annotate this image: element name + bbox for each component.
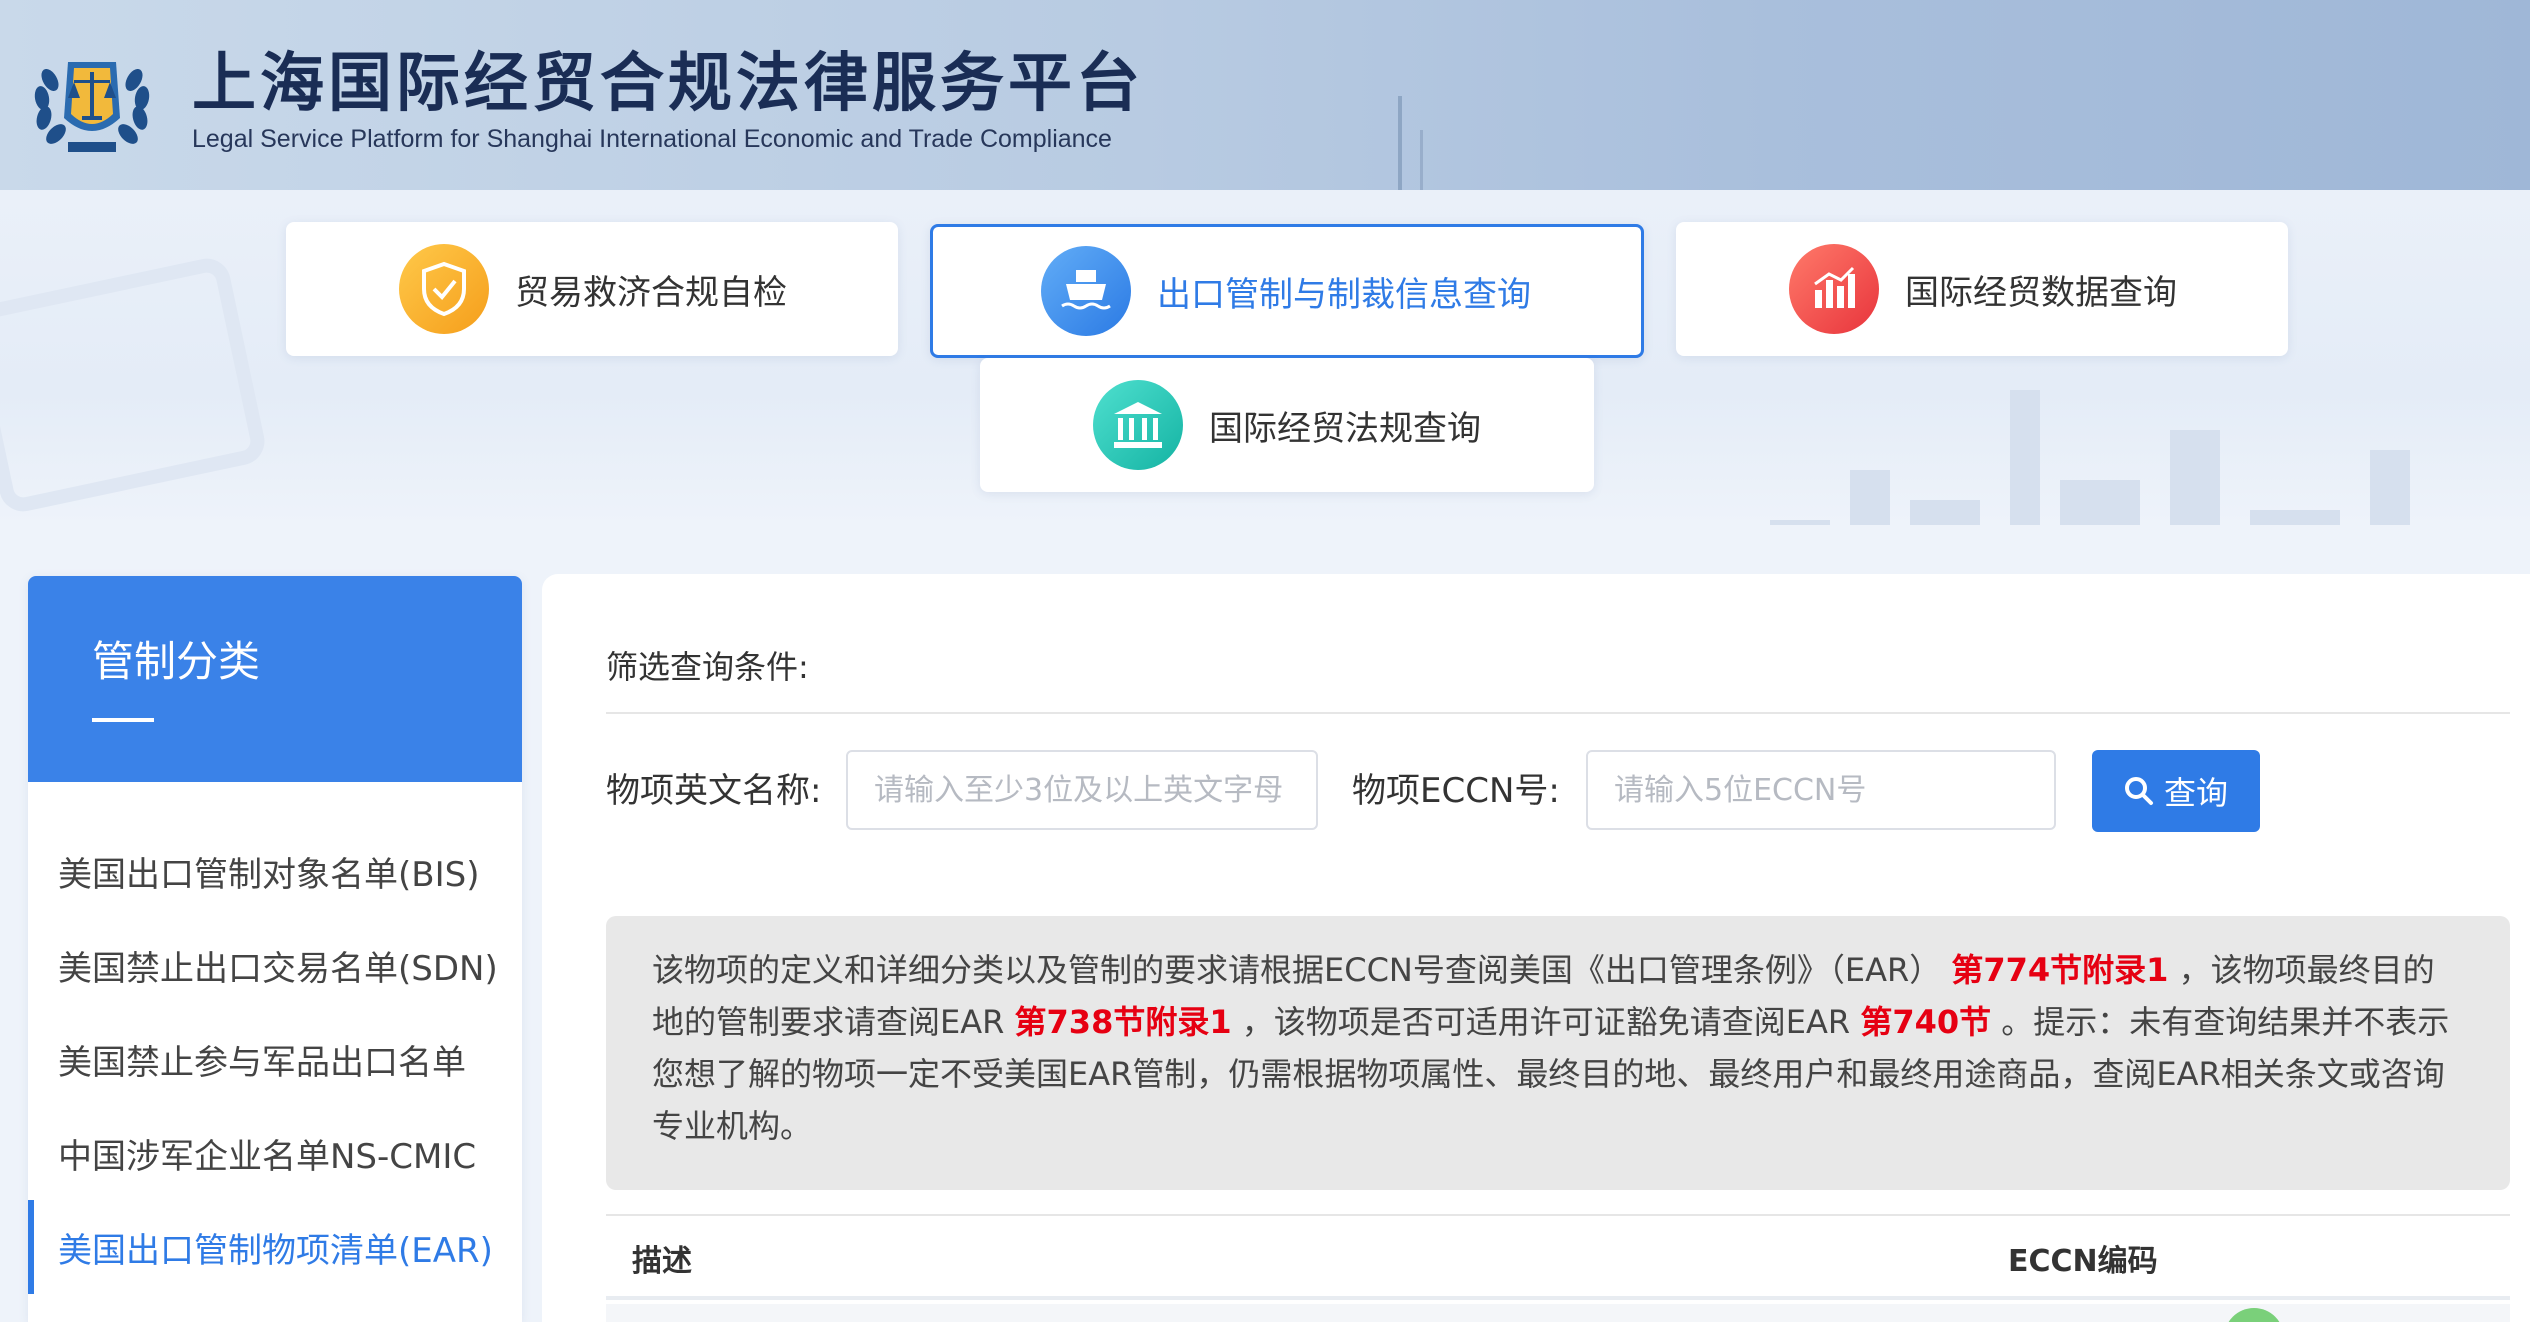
notice-link-740[interactable]: 第740节 [1860, 1003, 1991, 1041]
search-button-label: 查询 [2163, 774, 2228, 812]
eccn-input[interactable] [1586, 750, 2056, 830]
sidebar-header: 管制分类 [28, 576, 522, 782]
nav-card-export-control[interactable]: 出口管制与制裁信息查询 [930, 224, 1644, 358]
nav-card-trade-remedy[interactable]: 贸易救济合规自检 [286, 222, 898, 356]
notice-link-774[interactable]: 第774节附录1 [1951, 951, 2168, 989]
sidebar-title: 管制分类 [92, 637, 261, 686]
nav-card-trade-data[interactable]: 国际经贸数据查询 [1676, 222, 2288, 356]
sidebar-item-bis[interactable]: 美国出口管制对象名单(BIS) [28, 824, 522, 918]
divider [606, 712, 2510, 714]
title-underline [92, 718, 154, 722]
notice-text: ，该物项是否可适用许可证豁免请查阅EAR [1241, 1003, 1851, 1041]
nav-card-trade-law[interactable]: 国际经贸法规查询 [980, 358, 1594, 492]
notice-text: 该物项的定义和详细分类以及管制的要求请根据ECCN号查阅美国《出口管理条例》（E… [652, 951, 1942, 989]
search-icon [2124, 777, 2153, 805]
item-name-label: 物项英文名称: [606, 771, 822, 811]
item-name-input[interactable] [846, 750, 1318, 830]
site-title: 上海国际经贸合规法律服务平台 [192, 47, 1144, 121]
shield-check-icon [399, 244, 489, 334]
site-subtitle: Legal Service Platform for Shanghai Inte… [192, 125, 1112, 153]
nav-card-label: 国际经贸法规查询 [1209, 408, 1481, 449]
nav-card-label: 国际经贸数据查询 [1905, 272, 2177, 313]
sidebar-item-ns-cmic[interactable]: 中国涉军企业名单NS-CMIC [28, 1106, 522, 1200]
document-decoration [0, 254, 269, 516]
skyline-decoration [1398, 96, 1402, 190]
nav-card-label: 贸易救济合规自检 [515, 272, 787, 313]
site-header: 上海国际经贸合规法律服务平台 Legal Service Platform fo… [0, 0, 2530, 190]
column-header-description: 描述 [632, 1244, 692, 1279]
page: 上海国际经贸合规法律服务平台 Legal Service Platform fo… [0, 0, 2530, 1322]
government-building-icon [1093, 380, 1183, 470]
search-button[interactable]: 查询 [2092, 750, 2260, 832]
sidebar-item-military-export[interactable]: 美国禁止参与军品出口名单 [28, 1012, 522, 1106]
eccn-label: 物项ECCN号: [1352, 771, 1560, 811]
notice-link-738[interactable]: 第738节附录1 [1015, 1003, 1232, 1041]
table-row [606, 1304, 2510, 1322]
main-panel: 筛选查询条件: 物项英文名称: 物项ECCN号: 查询 该物项的定义和详细分类以… [542, 574, 2530, 1322]
sidebar: 管制分类 美国出口管制对象名单(BIS) 美国禁止出口交易名单(SDN) 美国禁… [28, 576, 522, 1322]
nav-card-label: 出口管制与制裁信息查询 [1157, 274, 1531, 315]
notice-box: 该物项的定义和详细分类以及管制的要求请根据ECCN号查阅美国《出口管理条例》（E… [606, 916, 2510, 1190]
scales-of-justice-emblem-icon [34, 62, 150, 152]
skyline-decoration [1420, 130, 1423, 190]
bar-chart-icon [1789, 244, 1879, 334]
filter-title: 筛选查询条件: [606, 648, 809, 686]
sidebar-item-sdn[interactable]: 美国禁止出口交易名单(SDN) [28, 918, 522, 1012]
sidebar-list: 美国出口管制对象名单(BIS) 美国禁止出口交易名单(SDN) 美国禁止参与军品… [28, 782, 522, 1294]
ship-icon [1041, 246, 1131, 336]
column-header-eccn: ECCN编码 [2008, 1244, 2158, 1279]
table-header: 描述 ECCN编码 [606, 1216, 2510, 1300]
sidebar-item-ear[interactable]: 美国出口管制物项清单(EAR) [28, 1200, 522, 1294]
